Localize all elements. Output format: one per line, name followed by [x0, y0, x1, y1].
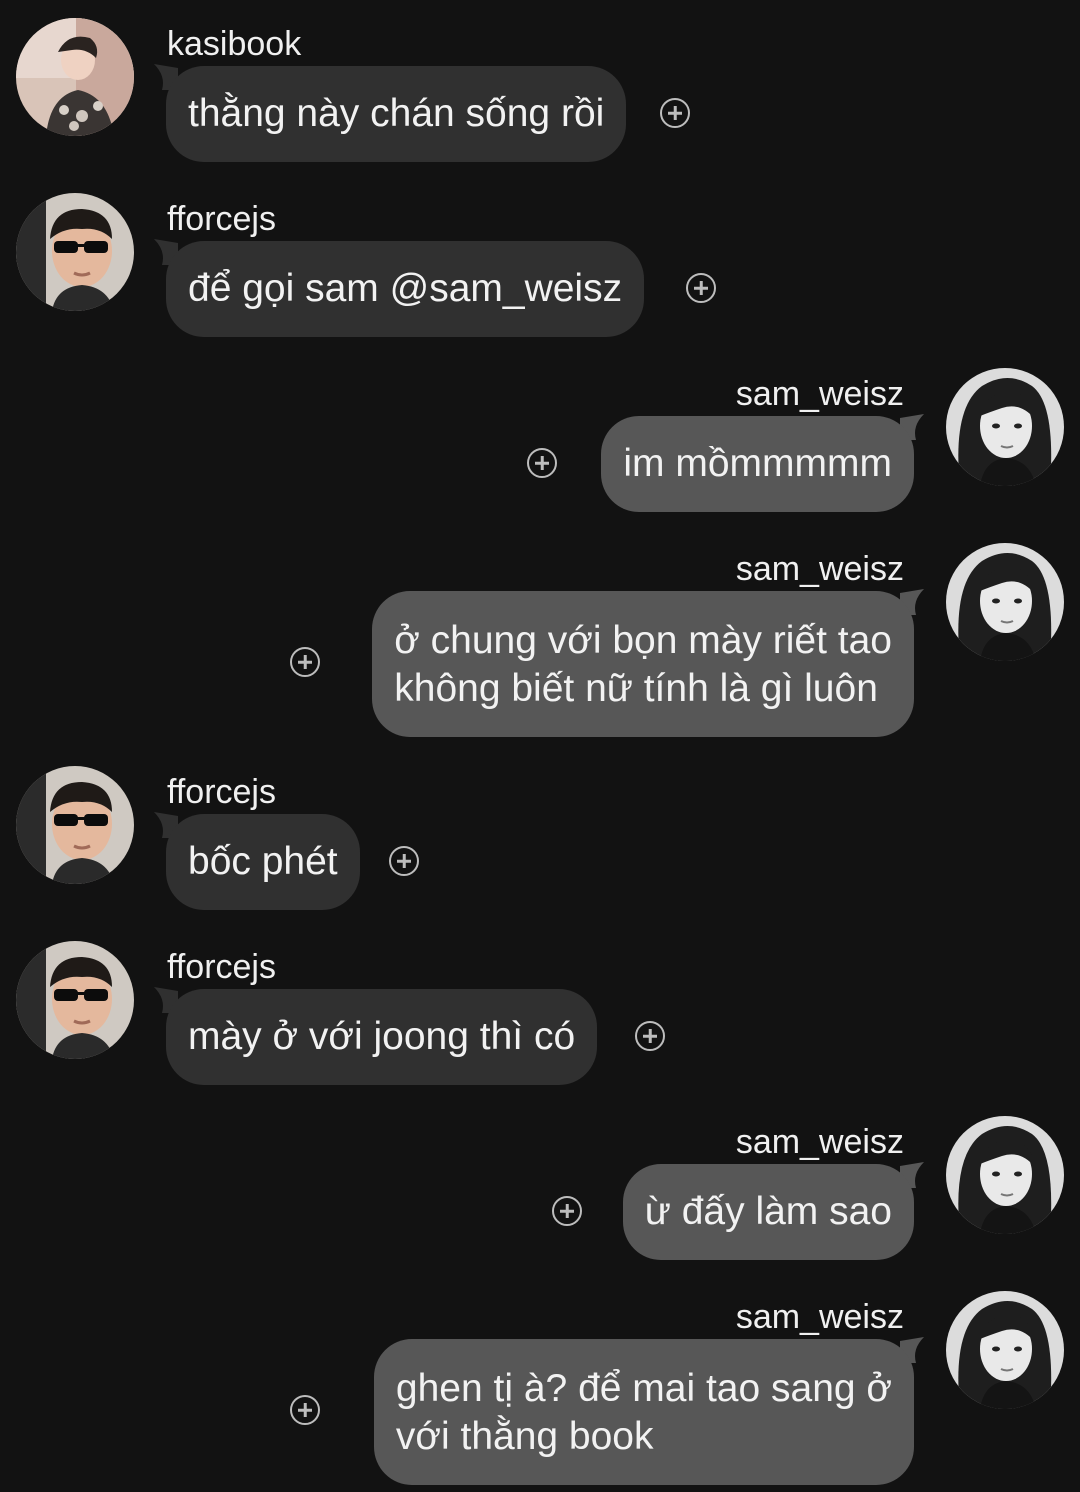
- message-bubble[interactable]: im mồmmmmm: [601, 416, 914, 512]
- message-text: thằng này chán sống rồi: [188, 92, 605, 135]
- avatar-sam-weisz[interactable]: [946, 1291, 1064, 1409]
- add-reaction-icon[interactable]: [290, 1395, 320, 1425]
- avatar-fforcejs[interactable]: [16, 941, 134, 1059]
- message-text: bốc phét: [188, 840, 338, 883]
- add-reaction-icon[interactable]: [290, 647, 320, 677]
- sender-name[interactable]: sam_weisz: [736, 1122, 904, 1162]
- sender-name[interactable]: sam_weisz: [736, 1297, 904, 1337]
- sender-name[interactable]: fforcejs: [167, 947, 276, 987]
- message-text-line: không biết nữ tính là gì luôn: [394, 667, 878, 710]
- message-text: để gọi sam @sam_weisz: [188, 267, 623, 310]
- add-reaction-icon[interactable]: [552, 1196, 582, 1226]
- add-reaction-icon[interactable]: [686, 273, 716, 303]
- message-bubble[interactable]: để gọi sam @sam_weisz: [166, 241, 645, 337]
- message-bubble[interactable]: mày ở với joong thì có: [166, 989, 598, 1085]
- message-text-line: ghen tị à? để mai tao sang ở: [395, 1367, 892, 1410]
- sender-name[interactable]: sam_weisz: [736, 374, 904, 414]
- sender-name[interactable]: fforcejs: [167, 772, 276, 812]
- message-bubble[interactable]: ở chung với bọn mày riết tao không biết …: [372, 591, 914, 737]
- message-text: im mồmmmmm: [623, 442, 892, 485]
- message-text: mày ở với joong thì có: [188, 1015, 576, 1058]
- message-text: ừ đấy làm sao: [644, 1190, 892, 1233]
- avatar-sam-weisz[interactable]: [946, 1116, 1064, 1234]
- add-reaction-icon[interactable]: [660, 98, 690, 128]
- message-bubble[interactable]: ừ đấy làm sao: [622, 1164, 914, 1260]
- message-bubble[interactable]: bốc phét: [166, 814, 360, 910]
- add-reaction-icon[interactable]: [527, 448, 557, 478]
- avatar-fforcejs[interactable]: [16, 193, 134, 311]
- add-reaction-icon[interactable]: [389, 846, 419, 876]
- sender-name[interactable]: sam_weisz: [736, 549, 904, 589]
- message-bubble[interactable]: thằng này chán sống rồi: [166, 66, 627, 162]
- avatar-fforcejs[interactable]: [16, 766, 134, 884]
- message-text-line: ở chung với bọn mày riết tao: [394, 619, 892, 662]
- message-bubble[interactable]: ghen tị à? để mai tao sang ở với thằng b…: [373, 1339, 914, 1485]
- avatar-kasibook[interactable]: [16, 18, 134, 136]
- message-text-line: với thằng book: [395, 1415, 654, 1458]
- add-reaction-icon[interactable]: [635, 1021, 665, 1051]
- avatar-sam-weisz[interactable]: [946, 543, 1064, 661]
- sender-name[interactable]: kasibook: [167, 24, 301, 64]
- avatar-sam-weisz[interactable]: [946, 368, 1064, 486]
- sender-name[interactable]: fforcejs: [167, 199, 276, 239]
